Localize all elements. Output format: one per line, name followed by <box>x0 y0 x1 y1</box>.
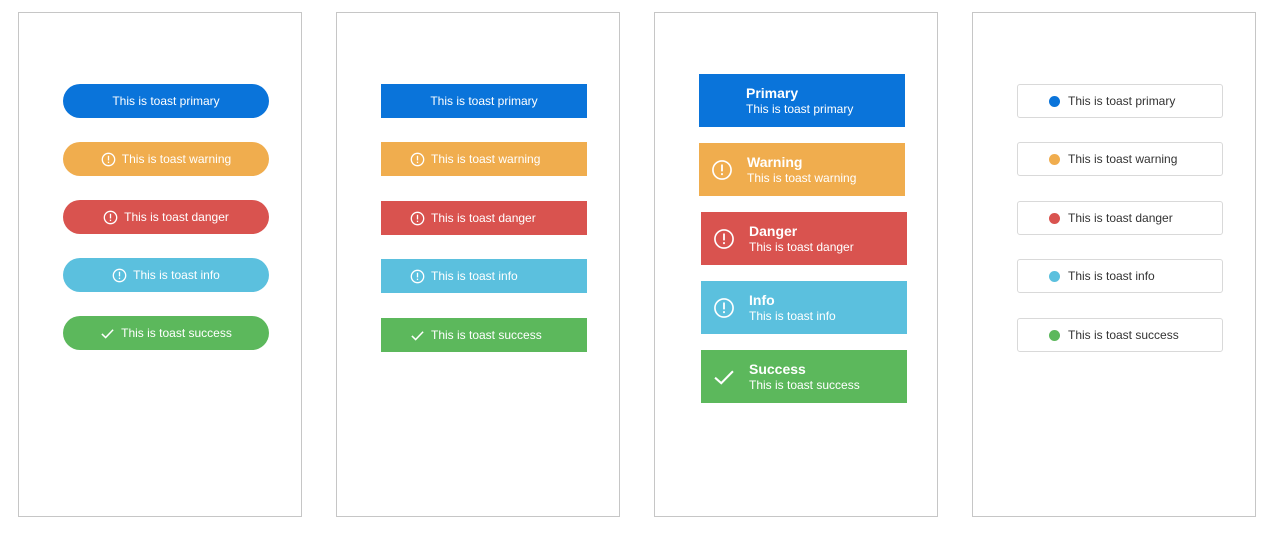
toast-message: This is toast danger <box>1068 211 1173 225</box>
alert-circle-icon <box>410 152 425 167</box>
alert-circle-icon <box>101 152 116 167</box>
checkmark-icon <box>410 328 425 343</box>
toast-danger[interactable]: This is toast danger <box>1017 201 1223 235</box>
toast-primary[interactable]: Primary This is toast primary <box>699 74 905 127</box>
toast-message: This is toast primary <box>1068 94 1176 108</box>
status-dot <box>1049 153 1060 165</box>
toast-title: Danger <box>749 222 798 239</box>
alert-circle-icon <box>410 269 425 284</box>
toast-message: This is toast success <box>121 326 232 340</box>
toast-message: This is toast danger <box>749 239 854 254</box>
toast-primary[interactable]: This is toast primary <box>381 84 587 118</box>
toast-title: Primary <box>746 84 799 101</box>
toast-warning[interactable]: This is toast warning <box>381 142 587 176</box>
toast-message: This is toast warning <box>121 152 232 166</box>
toast-success[interactable]: This is toast success <box>63 316 269 350</box>
toast-success[interactable]: This is toast success <box>381 318 587 352</box>
toast-info[interactable]: This is toast info <box>63 258 269 292</box>
toast-message: This is toast success <box>749 377 860 392</box>
toast-title: Success <box>749 360 806 377</box>
toast-message: This is toast danger <box>124 210 229 224</box>
alert-circle-icon <box>713 228 735 250</box>
status-dot <box>1049 329 1060 341</box>
alert-circle-icon <box>711 159 733 181</box>
alert-circle-icon <box>112 268 127 283</box>
toast-panel-titled: Primary This is toast primary Warning Th… <box>654 12 938 517</box>
toast-info[interactable]: This is toast info <box>381 259 587 293</box>
toast-danger[interactable]: This is toast danger <box>63 200 269 234</box>
toast-message: This is toast success <box>1068 328 1179 342</box>
toast-message: This is toast warning <box>1068 152 1178 166</box>
toast-panel-outlined: This is toast primary This is toast warn… <box>972 12 1256 517</box>
toast-message: This is toast warning <box>431 152 541 166</box>
toast-message: This is toast warning <box>747 170 857 185</box>
toast-info[interactable]: Info This is toast info <box>701 281 907 334</box>
toast-message: This is toast primary <box>746 101 854 116</box>
toast-danger[interactable]: This is toast danger <box>381 201 587 235</box>
toast-primary[interactable]: This is toast primary <box>63 84 269 118</box>
toast-message: This is toast info <box>133 268 220 282</box>
toast-danger[interactable]: Danger This is toast danger <box>701 212 907 265</box>
status-dot <box>1049 212 1060 224</box>
alert-circle-icon <box>713 297 735 319</box>
toast-message: This is toast success <box>431 328 542 342</box>
alert-circle-icon <box>410 211 425 226</box>
toast-panel-pill: This is toast primary This is toast warn… <box>18 12 302 517</box>
toast-warning[interactable]: This is toast warning <box>63 142 269 176</box>
toast-message: This is toast info <box>431 269 518 283</box>
toast-success[interactable]: Success This is toast success <box>701 350 907 403</box>
checkmark-icon <box>100 326 115 341</box>
toast-primary[interactable]: This is toast primary <box>1017 84 1223 118</box>
alert-circle-icon <box>103 210 118 225</box>
toast-title: Info <box>749 291 775 308</box>
toast-message: This is toast danger <box>431 211 536 225</box>
toast-message: This is toast primary <box>430 94 538 108</box>
toast-info[interactable]: This is toast info <box>1017 259 1223 293</box>
toast-success[interactable]: This is toast success <box>1017 318 1223 352</box>
toast-message: This is toast info <box>749 308 836 323</box>
toast-warning[interactable]: This is toast warning <box>1017 142 1223 176</box>
toast-warning[interactable]: Warning This is toast warning <box>699 143 905 196</box>
toast-title: Warning <box>747 153 803 170</box>
toast-message: This is toast info <box>1068 269 1155 283</box>
checkmark-icon <box>713 366 735 388</box>
status-dot <box>1049 270 1060 282</box>
status-dot <box>1049 95 1060 107</box>
toast-message: This is toast primary <box>112 94 220 108</box>
toast-panel-flat: This is toast primary This is toast warn… <box>336 12 620 517</box>
